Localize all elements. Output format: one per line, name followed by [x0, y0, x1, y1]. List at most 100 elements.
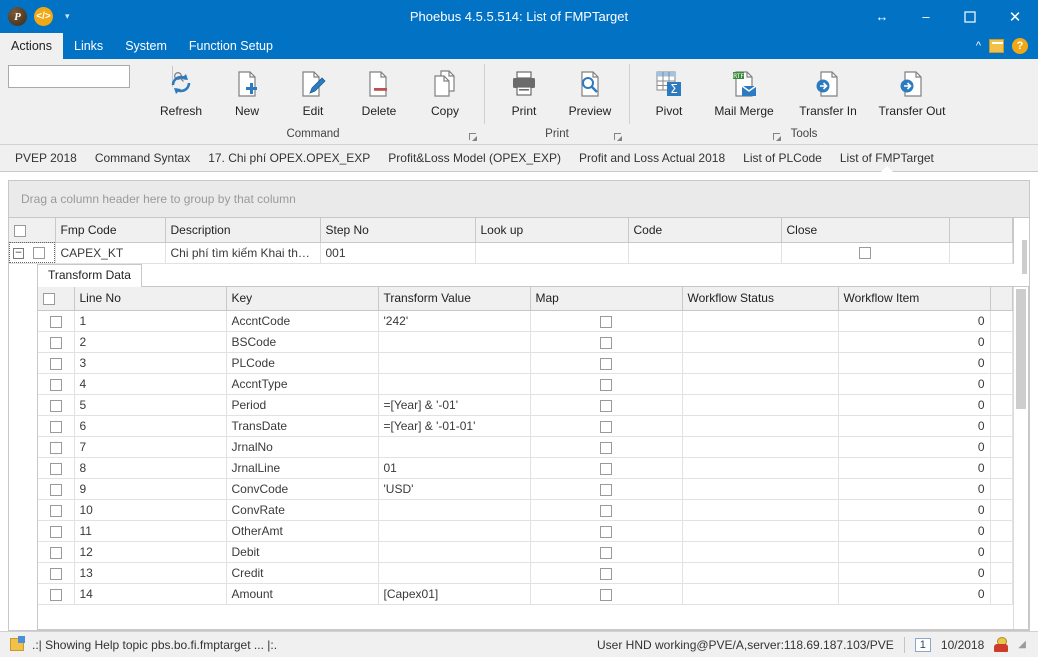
cell-key[interactable]: PLCode	[226, 352, 379, 374]
table-row[interactable]: 9 ConvCode 'USD' 0	[38, 478, 1013, 500]
cell-look-up[interactable]	[475, 242, 629, 264]
preview-button[interactable]: Preview	[557, 63, 623, 118]
table-row[interactable]: 4 AccntType 0	[38, 373, 1013, 395]
row-select-cell[interactable]	[38, 478, 75, 500]
cell-transform-value[interactable]	[378, 520, 531, 542]
table-row[interactable]: 7 JrnalNo 0	[38, 436, 1013, 458]
table-row[interactable]: 6 TransDate =[Year] & '-01-01' 0	[38, 415, 1013, 437]
row-select-cell[interactable]	[38, 415, 75, 437]
tab-transform-data[interactable]: Transform Data	[37, 263, 142, 287]
cell-key[interactable]: Debit	[226, 541, 379, 563]
cell-workflow-status[interactable]	[682, 499, 839, 521]
map-checkbox[interactable]	[600, 420, 612, 433]
tab-actions[interactable]: Actions	[0, 33, 63, 59]
master-vertical-scrollbar[interactable]	[1020, 240, 1029, 274]
table-row[interactable]: 10 ConvRate 0	[38, 499, 1013, 521]
cell-key[interactable]: ConvCode	[226, 478, 379, 500]
transfer-in-button[interactable]: Transfer In	[786, 63, 870, 118]
cell-transform-value[interactable]	[378, 499, 531, 521]
column-header-description[interactable]: Description	[165, 218, 321, 243]
master-row[interactable]: − CAPEX_KT Chi phí tìm kiếm Khai thác dầ…	[9, 242, 1013, 264]
maximize-button[interactable]	[948, 0, 992, 33]
restore-down-icon[interactable]: ↔	[860, 0, 904, 33]
cell-map[interactable]	[530, 583, 683, 605]
cell-key[interactable]: Credit	[226, 562, 379, 584]
pivot-button[interactable]: Σ Pivot	[636, 63, 702, 118]
breadcrumb-item-opex-exp[interactable]: 17. Chi phí OPEX.OPEX_EXP	[199, 145, 379, 171]
cell-key[interactable]: JrnalLine	[226, 457, 379, 479]
cell-map[interactable]	[530, 394, 683, 416]
cell-line-no[interactable]: 11	[74, 520, 227, 542]
cell-map[interactable]	[530, 331, 683, 353]
master-scrollbar-thumb[interactable]	[1022, 240, 1027, 274]
cell-key[interactable]: TransDate	[226, 415, 379, 437]
detail-scrollbar-thumb[interactable]	[1016, 288, 1026, 409]
row-select-checkbox[interactable]	[33, 247, 46, 260]
breadcrumb-item-profit-loss-model[interactable]: Profit&Loss Model (OPEX_EXP)	[379, 145, 570, 171]
map-checkbox[interactable]	[600, 525, 612, 538]
dialog-launcher-print-icon[interactable]	[614, 133, 623, 142]
row-select-cell[interactable]	[38, 373, 75, 395]
row-select-cell[interactable]	[38, 562, 75, 584]
row-select-checkbox[interactable]	[49, 420, 62, 433]
row-select-checkbox[interactable]	[49, 399, 62, 412]
map-checkbox[interactable]	[600, 357, 612, 370]
column-header-step-no[interactable]: Step No	[320, 218, 476, 243]
ribbon-collapse-icon[interactable]: ^	[976, 40, 981, 52]
cell-key[interactable]: ConvRate	[226, 499, 379, 521]
map-checkbox[interactable]	[600, 315, 612, 328]
cell-map[interactable]	[530, 310, 683, 332]
column-header-code[interactable]: Code	[628, 218, 782, 243]
user-avatar-icon[interactable]	[994, 637, 1009, 652]
cell-workflow-status[interactable]	[682, 310, 839, 332]
column-header-close[interactable]: Close	[781, 218, 950, 243]
column-header-workflow-status[interactable]: Workflow Status	[682, 286, 839, 311]
row-select-checkbox[interactable]	[49, 483, 62, 496]
row-select-cell[interactable]	[38, 583, 75, 605]
map-checkbox[interactable]	[600, 462, 612, 475]
table-row[interactable]: 1 AccntCode '242' 0	[38, 310, 1013, 332]
cell-key[interactable]: BSCode	[226, 331, 379, 353]
map-checkbox[interactable]	[600, 378, 612, 391]
tab-function-setup[interactable]: Function Setup	[178, 33, 284, 59]
select-all-checkbox[interactable]	[14, 224, 26, 237]
column-header-map[interactable]: Map	[530, 286, 683, 311]
cell-workflow-status[interactable]	[682, 352, 839, 374]
row-expander-icon[interactable]: −	[13, 247, 24, 259]
cell-transform-value[interactable]	[378, 541, 531, 563]
row-select-cell[interactable]	[38, 457, 75, 479]
map-checkbox[interactable]	[600, 567, 612, 580]
cell-key[interactable]: Amount	[226, 583, 379, 605]
cell-transform-value[interactable]: 'USD'	[378, 478, 531, 500]
mail-merge-button[interactable]: RTF Mail Merge	[702, 63, 786, 118]
minimize-button[interactable]: –	[904, 0, 948, 33]
cell-line-no[interactable]: 3	[74, 352, 227, 374]
column-header-workflow-item[interactable]: Workflow Item	[838, 286, 991, 311]
breadcrumb-item-profit-and-loss-actual-2018[interactable]: Profit and Loss Actual 2018	[570, 145, 734, 171]
cell-workflow-status[interactable]	[682, 541, 839, 563]
row-select-checkbox[interactable]	[49, 441, 62, 454]
close-checkbox[interactable]	[859, 247, 871, 260]
breadcrumb-item-command-syntax[interactable]: Command Syntax	[86, 145, 199, 171]
cell-workflow-status[interactable]	[682, 331, 839, 353]
cell-map[interactable]	[530, 499, 683, 521]
row-select-checkbox[interactable]	[49, 567, 62, 580]
row-select-cell[interactable]	[38, 394, 75, 416]
cell-transform-value[interactable]: [Capex01]	[378, 583, 531, 605]
table-row[interactable]: 8 JrnalLine 01 0	[38, 457, 1013, 479]
cell-line-no[interactable]: 12	[74, 541, 227, 563]
cell-workflow-item[interactable]: 0	[838, 436, 991, 458]
dialog-launcher-tools-icon[interactable]	[773, 133, 782, 142]
cell-workflow-item[interactable]: 0	[838, 583, 991, 605]
customize-caret-icon[interactable]: ▾	[65, 11, 70, 22]
cell-transform-value[interactable]: =[Year] & '-01'	[378, 394, 531, 416]
cell-workflow-status[interactable]	[682, 394, 839, 416]
cell-map[interactable]	[530, 457, 683, 479]
cell-workflow-item[interactable]: 0	[838, 415, 991, 437]
transfer-out-button[interactable]: Transfer Out	[870, 63, 954, 118]
detail-vertical-scrollbar[interactable]	[1013, 286, 1028, 629]
delete-button[interactable]: Delete	[346, 63, 412, 118]
breadcrumb-item-pvep-2018[interactable]: PVEP 2018	[6, 145, 86, 171]
table-row[interactable]: 14 Amount [Capex01] 0	[38, 583, 1013, 605]
cell-transform-value[interactable]	[378, 352, 531, 374]
